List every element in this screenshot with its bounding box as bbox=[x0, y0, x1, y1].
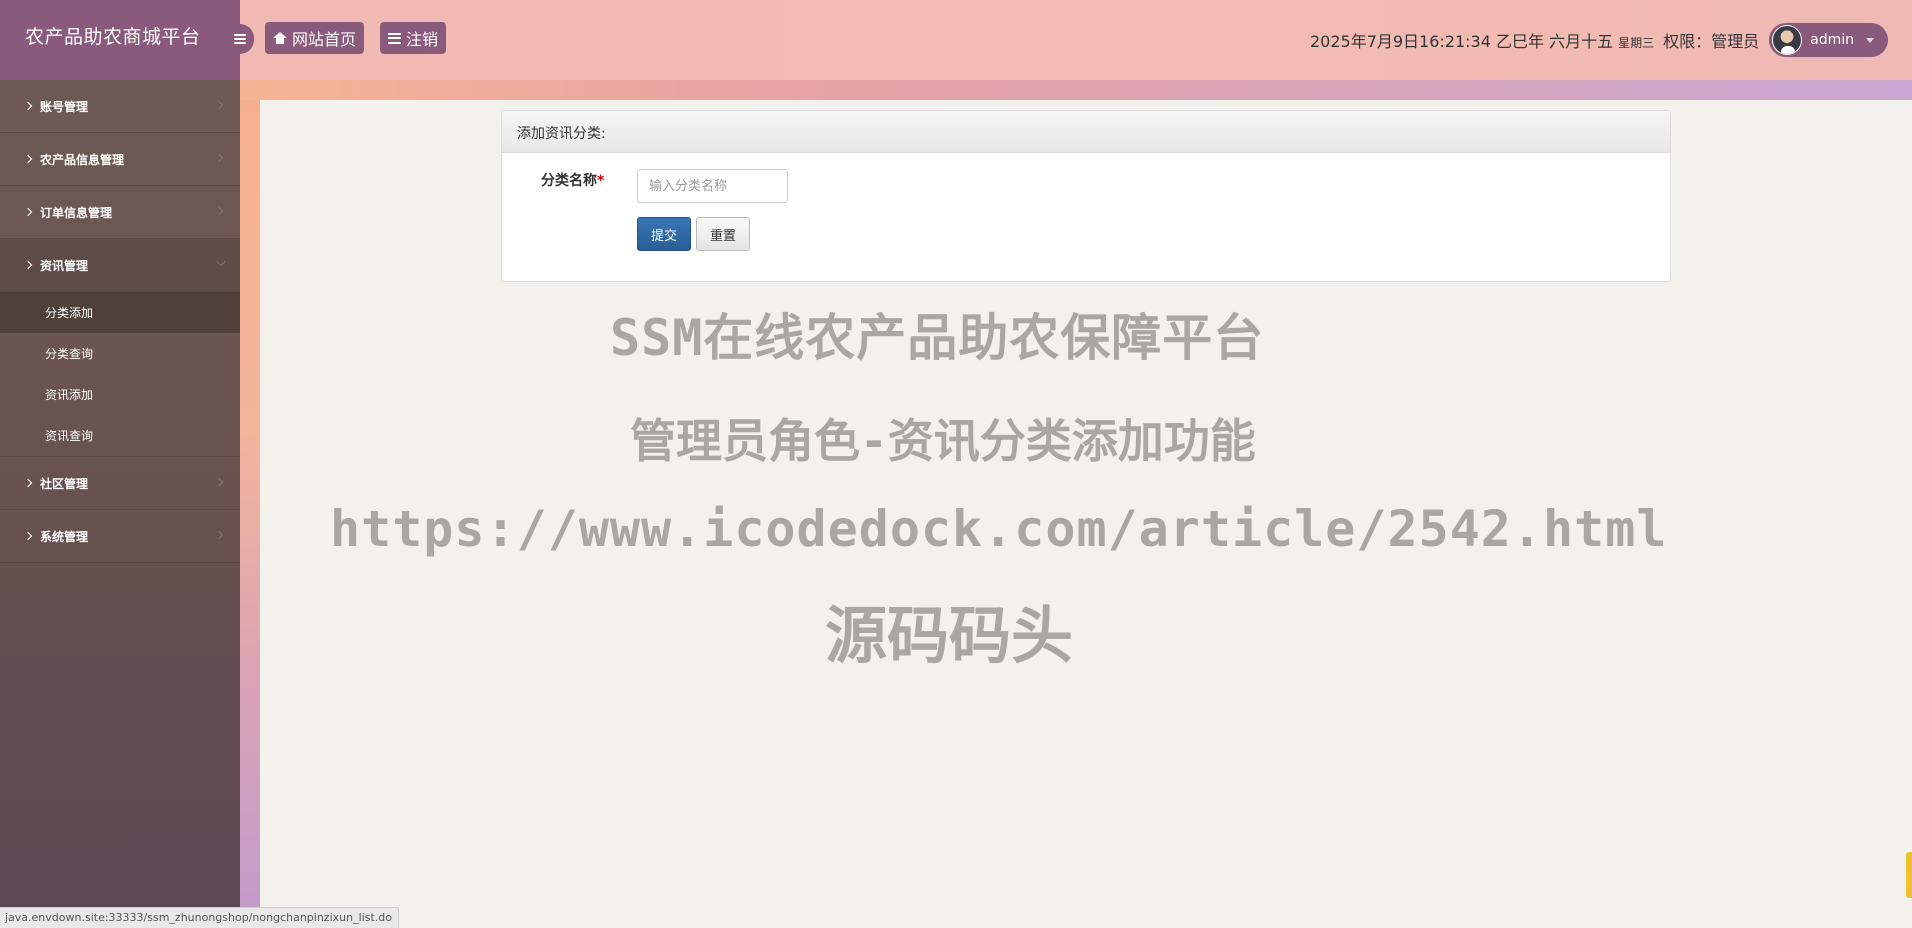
sidebar-item-label: 系统管理 bbox=[40, 529, 89, 544]
browser-status-bar: java.envdown.site:33333/ssm_zhunongshop/… bbox=[0, 907, 399, 928]
sidebar-toggle-button[interactable] bbox=[226, 24, 254, 54]
required-mark: * bbox=[597, 173, 605, 189]
add-category-panel: 添加资讯分类: 分类名称* 提交 重置 bbox=[501, 110, 1671, 282]
sidebar-item-community[interactable]: 社区管理 bbox=[0, 457, 240, 510]
sidebar-item-system[interactable]: 系统管理 bbox=[0, 510, 240, 563]
header-right: 2025年7月9日16:21:34 乙巳年 六月十五 星期三 权限：管理员 adm… bbox=[1310, 0, 1912, 80]
chevron-right-icon bbox=[214, 100, 224, 110]
submenu-item-category-add[interactable]: 分类添加 bbox=[0, 292, 240, 333]
chevron-right-icon bbox=[23, 207, 33, 217]
sidebar-item-label: 账号管理 bbox=[40, 99, 89, 114]
logout-button-label: 注销 bbox=[406, 30, 439, 49]
chevron-right-icon bbox=[214, 153, 224, 163]
sidebar-item-account[interactable]: 账号管理 bbox=[0, 80, 240, 133]
sidebar-item-products[interactable]: 农产品信息管理 bbox=[0, 133, 240, 186]
logout-button[interactable]: 注销 bbox=[380, 22, 447, 54]
sidebar-item-label: 订单信息管理 bbox=[40, 205, 113, 220]
submenu-item-category-query[interactable]: 分类查询 bbox=[0, 333, 240, 374]
submit-button[interactable]: 提交 bbox=[637, 217, 691, 251]
chevron-right-icon bbox=[214, 477, 224, 487]
avatar bbox=[1772, 25, 1803, 55]
sidebar-item-label: 资讯管理 bbox=[40, 258, 89, 273]
chevron-down-icon bbox=[216, 257, 226, 267]
right-edge-tab bbox=[1906, 852, 1912, 898]
chevron-right-icon bbox=[214, 206, 224, 216]
chevron-right-icon bbox=[23, 260, 33, 270]
panel-title: 添加资讯分类: bbox=[502, 111, 1670, 153]
hamburger-icon bbox=[234, 34, 246, 44]
chevron-right-icon bbox=[23, 101, 33, 111]
sidebar: 账号管理 农产品信息管理 订单信息管理 资讯管理 分类添加 分类查询 资讯添加 … bbox=[0, 80, 240, 928]
datetime-display: 2025年7月9日16:21:34 乙巳年 六月十五 星期三 bbox=[1310, 28, 1654, 52]
chevron-right-icon bbox=[23, 154, 33, 164]
category-name-input[interactable] bbox=[637, 169, 788, 203]
home-icon bbox=[273, 32, 287, 44]
submenu-item-news-add[interactable]: 资讯添加 bbox=[0, 374, 240, 415]
content-left-edge bbox=[240, 100, 260, 928]
home-button[interactable]: 网站首页 bbox=[265, 22, 365, 54]
username-label: admin bbox=[1810, 32, 1854, 48]
watermark-subtitle: 管理员角色-资讯分类添加功能 bbox=[630, 414, 1256, 468]
weekday-text: 星期三 bbox=[1618, 36, 1655, 50]
chevron-right-icon bbox=[23, 478, 33, 488]
sidebar-item-orders[interactable]: 订单信息管理 bbox=[0, 186, 240, 239]
caret-down-icon bbox=[1866, 37, 1874, 43]
home-button-label: 网站首页 bbox=[292, 30, 357, 49]
top-header: 农产品助农商城平台 网站首页 注销 2025年7月9日16:21:34 乙巳年 … bbox=[0, 0, 1912, 80]
submenu-item-news-query[interactable]: 资讯查询 bbox=[0, 415, 240, 456]
chevron-right-icon bbox=[23, 531, 33, 541]
sidebar-item-label: 农产品信息管理 bbox=[40, 152, 125, 167]
role-text: 权限：管理员 bbox=[1663, 32, 1760, 51]
category-name-label-text: 分类名称 bbox=[541, 173, 597, 189]
datetime-text: 2025年7月9日16:21:34 乙巳年 六月十五 bbox=[1309, 32, 1614, 51]
news-submenu: 分类添加 分类查询 资讯添加 资讯查询 bbox=[0, 292, 240, 457]
watermark-title: SSM在线农产品助农保障平台 bbox=[610, 309, 1265, 367]
bars-icon bbox=[388, 32, 401, 44]
sidebar-item-news[interactable]: 资讯管理 bbox=[0, 239, 240, 292]
user-menu-button[interactable]: admin bbox=[1769, 23, 1888, 57]
watermark-url: https://www.icodedock.com/article/2542.h… bbox=[330, 500, 1668, 558]
category-name-label: 分类名称* bbox=[541, 170, 604, 190]
sidebar-item-label: 社区管理 bbox=[40, 476, 89, 491]
watermark-brand: 源码码头 bbox=[825, 599, 1074, 672]
chevron-right-icon bbox=[214, 530, 224, 540]
brand-title: 农产品助农商城平台 bbox=[0, 0, 240, 80]
header-gradient-strip bbox=[240, 80, 1912, 100]
reset-button[interactable]: 重置 bbox=[696, 217, 750, 251]
